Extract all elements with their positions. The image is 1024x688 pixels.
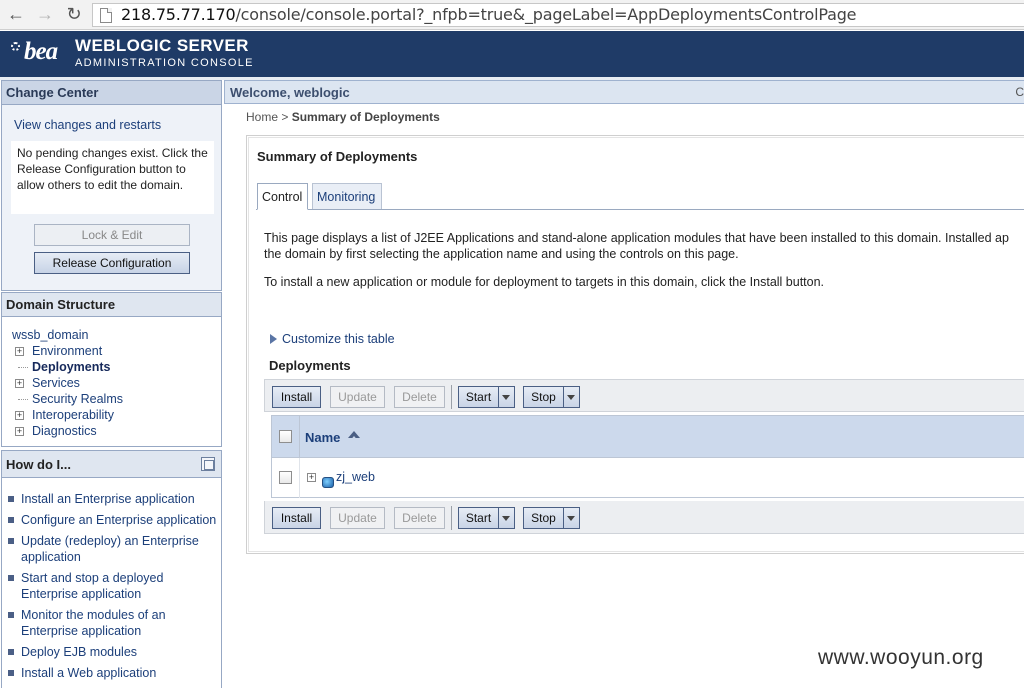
browser-toolbar: ← → ↻ 218.75.77.170/console/console.port… (0, 0, 1024, 30)
release-configuration-button[interactable]: Release Configuration (34, 252, 190, 274)
lock-edit-button[interactable]: Lock & Edit (34, 224, 190, 246)
welcome-bar: Welcome, weblogic C (224, 80, 1024, 104)
expand-triangle-icon (270, 334, 277, 344)
change-center-panel: Change Center View changes and restarts … (1, 80, 222, 291)
tree-root-domain[interactable]: wssb_domain (12, 327, 123, 343)
reload-icon[interactable]: ↻ (62, 3, 86, 27)
app-header: bea WEBLOGIC SERVER ADMINISTRATION CONSO… (0, 31, 1024, 77)
chevron-down-icon[interactable] (498, 508, 514, 528)
column-header-name[interactable]: Name (305, 430, 340, 445)
deployments-toolbar-top: Install Update Delete Start Stop (264, 379, 1024, 412)
expand-plus-icon[interactable]: + (15, 347, 24, 356)
how-do-i-link[interactable]: Update (redeploy) an Enterprise applicat… (8, 533, 220, 565)
expand-plus-icon[interactable]: + (15, 411, 24, 420)
page-icon (100, 8, 112, 23)
view-changes-link[interactable]: View changes and restarts (14, 118, 161, 132)
tree-item-services[interactable]: + Services (12, 375, 123, 391)
domain-structure-title: Domain Structure (2, 293, 221, 317)
how-do-i-title: How do I... (2, 451, 221, 478)
customize-table-link[interactable]: Customize this table (270, 332, 395, 346)
delete-button[interactable]: Delete (394, 507, 445, 529)
install-button[interactable]: Install (272, 386, 321, 408)
how-do-i-link[interactable]: Install a Web application (8, 665, 220, 681)
address-bar[interactable]: 218.75.77.170/console/console.portal?_nf… (92, 3, 1024, 27)
delete-button[interactable]: Delete (394, 386, 445, 408)
pending-changes-message: No pending changes exist. Click the Rele… (11, 141, 214, 214)
domain-tree: wssb_domain + Environment Deployments + Se… (12, 327, 123, 439)
table-header: Name (272, 416, 1024, 458)
start-dropdown-button[interactable]: Start (458, 507, 515, 529)
row-checkbox[interactable] (279, 471, 292, 484)
url-text[interactable]: 218.75.77.170/console/console.portal?_nf… (121, 5, 857, 24)
start-dropdown-button[interactable]: Start (458, 386, 515, 408)
back-arrow-icon[interactable]: ← (4, 3, 28, 27)
logo-mark-icon (11, 42, 20, 51)
table-row: + zj_web (272, 458, 1024, 498)
bea-logo: bea (10, 38, 58, 66)
page-description: This page displays a list of J2EE Applic… (264, 231, 1009, 261)
maximize-icon[interactable] (201, 457, 215, 471)
how-do-i-link[interactable]: Install an Enterprise application (8, 491, 220, 507)
tab-divider (256, 209, 1024, 210)
install-button[interactable]: Install (272, 507, 321, 529)
tab-monitoring[interactable]: Monitoring (312, 183, 382, 210)
watermark: www.wooyun.org (818, 646, 984, 669)
tree-item-interoperability[interactable]: + Interoperability (12, 407, 123, 423)
expand-plus-icon[interactable]: + (307, 473, 316, 482)
how-do-i-link[interactable]: Deploy EJB modules (8, 644, 220, 660)
expand-plus-icon[interactable]: + (15, 427, 24, 436)
tree-item-diagnostics[interactable]: + Diagnostics (12, 423, 123, 439)
domain-structure-panel: Domain Structure wssb_domain + Environmen… (1, 292, 222, 447)
product-subtitle: ADMINISTRATION CONSOLE (75, 57, 254, 69)
how-do-i-panel: How do I... Install an Enterprise applic… (1, 450, 222, 688)
chevron-down-icon[interactable] (563, 387, 579, 407)
product-title: WEBLOGIC SERVER (75, 36, 249, 55)
breadcrumb-current: Summary of Deployments (291, 110, 440, 124)
breadcrumb: Home > Summary of Deployments (246, 110, 440, 124)
breadcrumb-home[interactable]: Home (246, 110, 278, 124)
expand-plus-icon[interactable]: + (15, 379, 24, 388)
stop-dropdown-button[interactable]: Stop (523, 386, 580, 408)
stop-dropdown-button[interactable]: Stop (523, 507, 580, 529)
toolbar-separator (451, 385, 452, 409)
deployment-name-link[interactable]: zj_web (336, 470, 375, 484)
how-do-i-link[interactable]: Configure an Enterprise application (8, 512, 220, 528)
deployments-table: Name + zj_web (271, 415, 1024, 498)
update-button[interactable]: Update (330, 507, 385, 529)
tree-item-security-realms[interactable]: Security Realms (12, 391, 123, 407)
tree-item-deployments[interactable]: Deployments (12, 359, 123, 375)
change-center-title: Change Center (2, 81, 221, 105)
update-button[interactable]: Update (330, 386, 385, 408)
deployments-title: Deployments (269, 358, 351, 373)
tab-control[interactable]: Control (257, 183, 308, 210)
welcome-link-truncated[interactable]: C (1015, 85, 1024, 99)
welcome-text: Welcome, weblogic (230, 85, 350, 100)
install-hint: To install a new application or module f… (264, 275, 825, 289)
how-do-i-list: Install an Enterprise application Config… (8, 491, 220, 686)
tree-connector (18, 367, 28, 368)
chevron-down-icon[interactable] (498, 387, 514, 407)
toolbar-separator (451, 506, 452, 530)
page-title: Summary of Deployments (257, 149, 418, 164)
deployments-toolbar-bottom: Install Update Delete Start Stop (264, 501, 1024, 534)
how-do-i-link[interactable]: Start and stop a deployed Enterprise app… (8, 570, 220, 602)
select-all-checkbox[interactable] (279, 430, 292, 443)
forward-arrow-icon[interactable]: → (33, 3, 57, 27)
how-do-i-link[interactable]: Monitor the modules of an Enterprise app… (8, 607, 220, 639)
chevron-down-icon[interactable] (563, 508, 579, 528)
application-icon (322, 477, 334, 488)
tree-item-environment[interactable]: + Environment (12, 343, 123, 359)
tree-connector (18, 399, 28, 400)
